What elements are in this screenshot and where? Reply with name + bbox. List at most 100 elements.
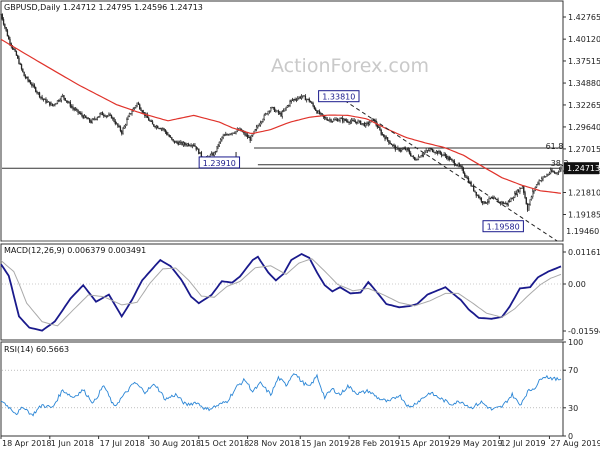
candle-body	[82, 115, 84, 119]
candle-body	[302, 95, 304, 97]
candle-body	[45, 98, 47, 103]
candle-body	[456, 165, 458, 167]
x-tick-label: 15 Apr 2019	[400, 439, 449, 448]
price-panel-frame	[0, 0, 564, 242]
candle-body	[410, 153, 412, 157]
candle-body	[167, 134, 169, 136]
candle-body	[23, 71, 25, 77]
x-tick-label: 17 Jul 2018	[100, 439, 145, 448]
candle-body	[219, 139, 222, 143]
candle-body	[105, 115, 107, 117]
candle-body	[8, 35, 10, 40]
candle-body	[158, 127, 160, 129]
candle-body	[171, 137, 173, 140]
candle-body	[266, 113, 268, 115]
candle-body	[309, 101, 312, 103]
candle-body	[349, 121, 352, 124]
candle-body	[140, 108, 142, 111]
candle-body	[5, 26, 7, 31]
candle-body	[64, 97, 66, 101]
candle-body	[449, 158, 452, 161]
candle-body	[263, 114, 265, 120]
candle-body	[508, 200, 511, 202]
candle-body	[279, 112, 281, 114]
candle-body	[289, 101, 291, 106]
candle-body	[335, 119, 337, 121]
candle-body	[62, 95, 64, 97]
candle-body	[381, 134, 384, 136]
candle-body	[431, 148, 434, 153]
candle-body	[404, 148, 407, 151]
candle-body	[557, 171, 560, 173]
candle-body	[420, 155, 422, 158]
candle-body	[548, 172, 551, 175]
candle-body	[225, 134, 227, 136]
x-tick-label: 28 Nov 2018	[249, 439, 300, 448]
annotation-label: 61.8	[546, 142, 564, 151]
candle-body	[315, 108, 317, 111]
candle-body	[530, 196, 533, 200]
candle-body	[435, 151, 438, 153]
candle-body	[210, 153, 213, 156]
candle-body	[103, 114, 105, 116]
candle-body	[218, 141, 220, 147]
rsi-ytick-label: 100	[568, 338, 583, 347]
candle-body	[127, 116, 129, 120]
candle-body	[388, 140, 390, 144]
annotation-label: 1.19460	[566, 227, 599, 236]
candle-body	[252, 133, 254, 136]
candle-body	[55, 103, 57, 105]
candle-body	[389, 142, 391, 144]
candle-body	[153, 124, 155, 127]
candle-body	[313, 105, 316, 110]
candle-body	[141, 110, 143, 113]
candle-body	[259, 122, 262, 126]
candle-body	[462, 168, 465, 174]
candle-body	[547, 174, 549, 176]
candle-body	[26, 77, 28, 79]
candle-body	[306, 99, 308, 101]
candle-body	[336, 119, 339, 122]
candle-body	[85, 115, 87, 118]
candle-body	[246, 134, 249, 138]
candle-body	[525, 197, 527, 205]
candle-body	[177, 142, 179, 145]
candle-body	[344, 118, 346, 121]
candle-body	[56, 100, 59, 104]
candle-body	[214, 151, 217, 153]
candle-body	[480, 197, 483, 202]
candle-body	[520, 187, 522, 189]
candle-body	[300, 96, 303, 99]
candle-body	[347, 120, 349, 123]
candle-body	[173, 140, 176, 143]
candle-body	[452, 159, 454, 162]
candle-body	[248, 137, 250, 139]
candle-body	[429, 148, 431, 151]
candle-body	[282, 110, 285, 112]
candle-body	[439, 151, 441, 154]
candle-body	[187, 143, 190, 146]
candle-body	[222, 135, 224, 138]
candle-body	[419, 156, 421, 158]
candle-body	[380, 129, 382, 135]
candle-body	[86, 117, 88, 120]
candle-body	[109, 114, 111, 116]
price-ytick-label: 1.40120	[568, 35, 600, 44]
candle-body	[261, 121, 263, 123]
candle-body	[68, 102, 70, 104]
candle-body	[297, 98, 299, 100]
candle-body	[494, 197, 497, 200]
candle-body	[38, 92, 41, 97]
candle-body	[385, 137, 387, 140]
candle-body	[108, 114, 110, 116]
candle-body	[433, 151, 435, 153]
candle-body	[367, 122, 369, 125]
candle-body	[169, 136, 172, 138]
candle-body	[18, 57, 20, 64]
candle-body	[361, 123, 363, 125]
candle-body	[163, 128, 165, 130]
candle-body	[223, 135, 226, 137]
candle-body	[401, 148, 403, 151]
candle-body	[9, 39, 11, 44]
candle-body	[106, 115, 109, 117]
